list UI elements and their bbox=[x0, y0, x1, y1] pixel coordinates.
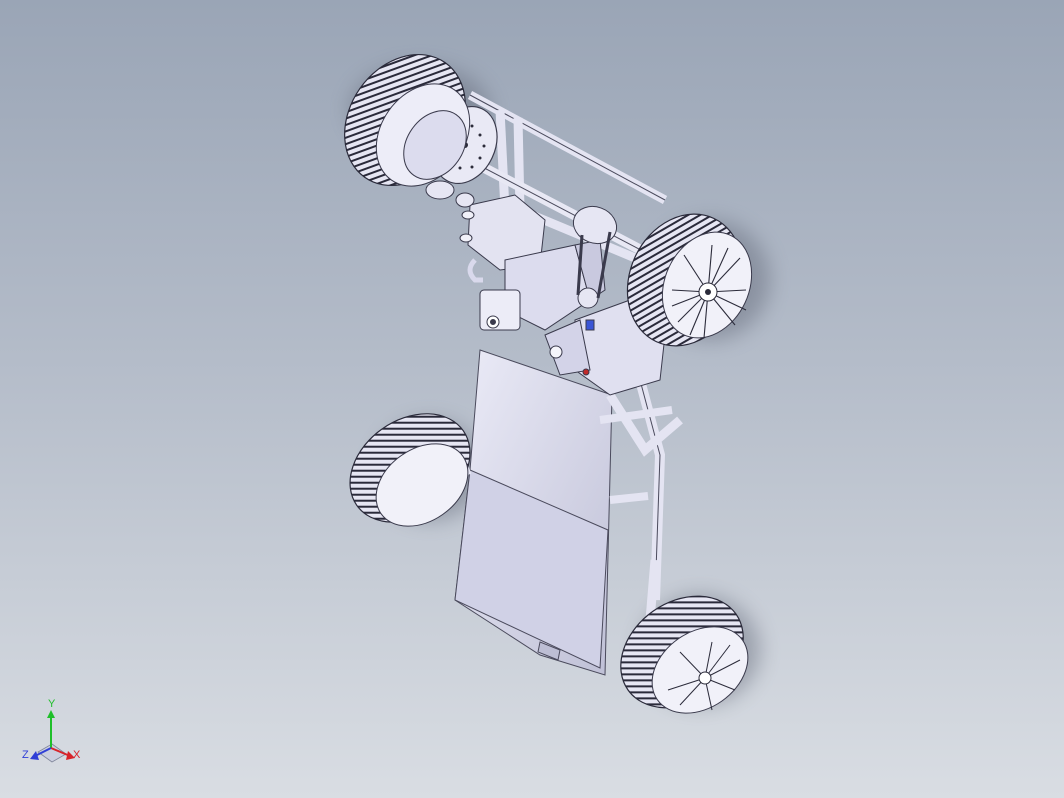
triad-z-label: Z bbox=[22, 749, 29, 761]
triad-graphic bbox=[30, 710, 75, 763]
triad-x-label: X bbox=[73, 749, 81, 761]
3d-model-chassis[interactable] bbox=[0, 0, 1064, 798]
wheel-front-right[interactable] bbox=[599, 573, 764, 731]
view-orientation-triad[interactable]: Y X Z bbox=[18, 698, 90, 772]
triad-y-label: Y bbox=[48, 698, 56, 710]
floor-plate[interactable] bbox=[454, 349, 613, 676]
graphics-viewport[interactable]: Y X Z bbox=[0, 0, 1064, 798]
